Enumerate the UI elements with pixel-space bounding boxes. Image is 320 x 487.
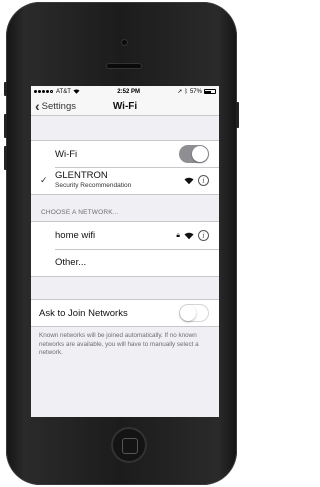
- wifi-toggle[interactable]: [179, 145, 209, 163]
- status-bar-left: AT&T: [34, 89, 80, 95]
- status-bar-right: ➚ ᛒ 57%: [177, 88, 216, 95]
- status-time: 2:52 PM: [117, 88, 140, 95]
- connected-network-name: GLENTRON: [55, 169, 108, 181]
- lock-icon: 🔒︎: [176, 231, 180, 239]
- network-icons: 🔒︎ i: [176, 230, 209, 241]
- info-icon[interactable]: i: [198, 175, 209, 186]
- front-camera: [122, 40, 127, 45]
- info-icon[interactable]: i: [198, 230, 209, 241]
- home-button[interactable]: [111, 427, 147, 463]
- ask-to-join-description: Known networks will be joined automatica…: [39, 332, 199, 356]
- mute-switch: [4, 82, 7, 96]
- navigation-bar: ‹ Settings Wi-Fi: [31, 97, 219, 116]
- signal-icon: [34, 89, 54, 95]
- network-name: home wifi: [55, 230, 96, 241]
- toggle-knob: [192, 146, 208, 162]
- battery-percent: 57%: [189, 88, 202, 95]
- connected-network-row[interactable]: ✓ GLENTRON Security Recommendation i: [31, 167, 219, 194]
- other-network-label: Other...: [55, 257, 87, 268]
- connected-network-icons: i: [184, 175, 209, 186]
- power-button: [236, 102, 239, 128]
- other-network-row[interactable]: Other...: [31, 249, 219, 276]
- status-bar: AT&T 2:52 PM ➚ ᛒ 57%: [31, 86, 219, 97]
- volume-down-button: [4, 146, 7, 170]
- volume-up-button: [4, 114, 7, 138]
- toggle-knob: [180, 305, 196, 321]
- screen: AT&T 2:52 PM ➚ ᛒ 57% ‹ Settings Wi-Fi Wi…: [31, 86, 219, 417]
- connected-network-text: GLENTRON Security Recommendation: [55, 169, 132, 191]
- battery-icon: [203, 89, 216, 94]
- networks-group: home wifi 🔒︎ i Other...: [31, 221, 219, 277]
- location-icon: ➚: [177, 89, 183, 95]
- wifi-toggle-label: Wi-Fi: [55, 148, 78, 160]
- back-button[interactable]: ‹ Settings: [31, 98, 76, 114]
- bluetooth-icon: ᛒ: [184, 88, 188, 95]
- connected-network-subtitle: Security Recommendation: [55, 181, 132, 189]
- ask-join-group: Ask to Join Networks: [31, 299, 219, 327]
- ask-to-join-label: Ask to Join Networks: [39, 307, 128, 319]
- wifi-status-icon: [73, 89, 80, 94]
- network-row-home-wifi[interactable]: home wifi 🔒︎ i: [31, 222, 219, 249]
- wifi-signal-icon: [184, 177, 194, 184]
- wifi-signal-icon: [184, 232, 194, 239]
- carrier-label: AT&T: [56, 88, 71, 95]
- checkmark-icon: ✓: [40, 175, 48, 185]
- wifi-group: Wi-Fi ✓ GLENTRON Security Recommendation…: [31, 140, 219, 195]
- wifi-toggle-row: Wi-Fi: [31, 141, 219, 167]
- chevron-left-icon: ‹: [35, 98, 40, 114]
- ask-to-join-toggle[interactable]: [179, 304, 209, 322]
- back-label: Settings: [41, 100, 76, 112]
- choose-network-header: CHOOSE A NETWORK...: [41, 209, 119, 216]
- earpiece-speaker: [107, 64, 141, 68]
- ask-to-join-row: Ask to Join Networks: [31, 300, 219, 326]
